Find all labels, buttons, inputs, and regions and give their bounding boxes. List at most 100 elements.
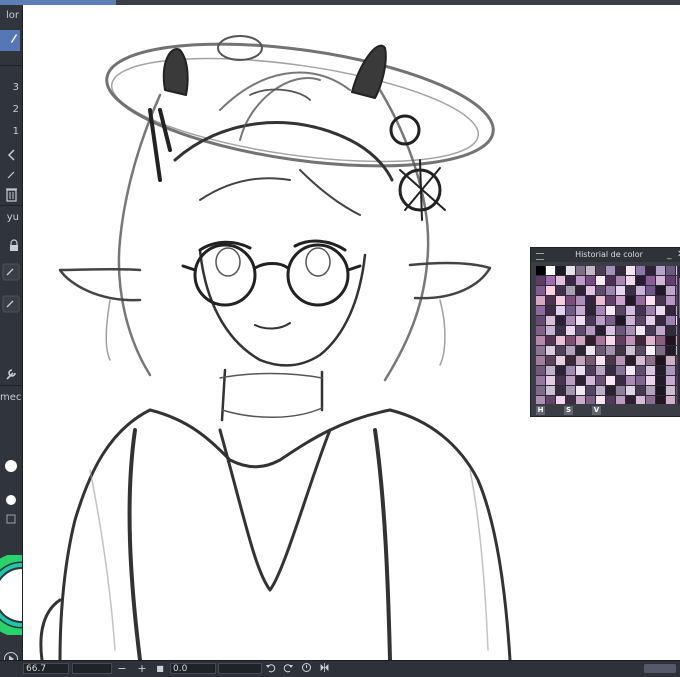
color-swatch[interactable]: [576, 386, 585, 395]
color-swatch[interactable]: [556, 356, 565, 365]
brush-size-dot-1[interactable]: [2, 457, 20, 475]
color-swatch[interactable]: [646, 346, 655, 355]
color-swatch[interactable]: [566, 326, 575, 335]
color-swatch[interactable]: [596, 266, 605, 275]
color-swatch[interactable]: [616, 336, 625, 345]
color-swatch[interactable]: [556, 376, 565, 385]
color-swatch[interactable]: [676, 326, 677, 335]
color-swatch[interactable]: [676, 386, 677, 395]
color-swatch[interactable]: [666, 396, 675, 404]
color-swatch[interactable]: [656, 386, 665, 395]
color-swatch[interactable]: [616, 316, 625, 325]
color-swatch[interactable]: [556, 396, 565, 404]
color-swatch[interactable]: [676, 266, 677, 275]
color-swatch[interactable]: [636, 326, 645, 335]
color-swatch[interactable]: [656, 266, 665, 275]
color-swatch[interactable]: [666, 296, 675, 305]
color-swatch[interactable]: [676, 276, 677, 285]
color-swatch[interactable]: [546, 366, 555, 375]
brush-size-dot-2[interactable]: [2, 491, 20, 509]
color-swatch[interactable]: [616, 386, 625, 395]
redo-icon[interactable]: [282, 662, 294, 675]
selected-tool-swatch[interactable]: [0, 30, 20, 51]
color-swatch[interactable]: [636, 396, 645, 404]
color-swatch[interactable]: [546, 396, 555, 404]
color-swatch[interactable]: [636, 366, 645, 375]
horizontal-scroll-thumb[interactable]: [644, 664, 676, 673]
color-swatch[interactable]: [586, 266, 595, 275]
color-swatch[interactable]: [666, 276, 675, 285]
color-wheel-icon[interactable]: [0, 555, 22, 635]
color-swatch[interactable]: [556, 296, 565, 305]
color-swatch[interactable]: [656, 376, 665, 385]
color-swatch[interactable]: [566, 266, 575, 275]
color-swatch[interactable]: [646, 266, 655, 275]
color-swatch[interactable]: [606, 356, 615, 365]
color-swatch[interactable]: [646, 386, 655, 395]
color-swatch[interactable]: [566, 336, 575, 345]
color-swatch[interactable]: [626, 306, 635, 315]
slider-toggle-2[interactable]: [2, 295, 20, 313]
color-swatch[interactable]: [556, 336, 565, 345]
color-swatch[interactable]: [546, 386, 555, 395]
color-swatch[interactable]: [616, 326, 625, 335]
layer-number-1[interactable]: 1: [0, 123, 22, 141]
color-swatch[interactable]: [576, 296, 585, 305]
color-swatch[interactable]: [566, 366, 575, 375]
color-swatch[interactable]: [586, 276, 595, 285]
color-swatch[interactable]: [666, 386, 675, 395]
color-swatch[interactable]: [676, 376, 677, 385]
layer-arrow-icon[interactable]: [2, 145, 20, 163]
color-swatch[interactable]: [556, 316, 565, 325]
color-swatch[interactable]: [576, 396, 585, 404]
small-tool-icon[interactable]: [2, 510, 20, 528]
color-swatch[interactable]: [556, 276, 565, 285]
color-swatch[interactable]: [536, 266, 545, 275]
drawing-canvas[interactable]: Historial de color _ ✕ H S V: [23, 5, 680, 660]
color-swatch[interactable]: [606, 346, 615, 355]
color-swatch[interactable]: [576, 326, 585, 335]
flip-icon[interactable]: [318, 662, 330, 675]
color-swatch[interactable]: [646, 366, 655, 375]
color-swatch[interactable]: [536, 396, 545, 404]
color-swatch[interactable]: [596, 346, 605, 355]
color-swatch[interactable]: [636, 316, 645, 325]
rotation-slider[interactable]: [218, 663, 262, 674]
color-swatch[interactable]: [656, 316, 665, 325]
color-swatch[interactable]: [606, 266, 615, 275]
color-swatch[interactable]: [586, 306, 595, 315]
color-swatch[interactable]: [546, 266, 555, 275]
color-swatch[interactable]: [676, 296, 677, 305]
color-swatch[interactable]: [556, 326, 565, 335]
color-swatch[interactable]: [656, 276, 665, 285]
color-swatch[interactable]: [636, 346, 645, 355]
slider-toggle-1[interactable]: [2, 263, 20, 281]
color-swatch[interactable]: [536, 346, 545, 355]
color-swatch[interactable]: [636, 306, 645, 315]
color-swatch[interactable]: [606, 386, 615, 395]
color-swatch[interactable]: [666, 326, 675, 335]
color-swatch[interactable]: [546, 376, 555, 385]
hue-button[interactable]: H: [536, 406, 545, 415]
color-swatch[interactable]: [536, 296, 545, 305]
color-swatch[interactable]: [606, 366, 615, 375]
lock-icon[interactable]: [2, 237, 20, 255]
color-swatch[interactable]: [656, 306, 665, 315]
color-swatch[interactable]: [656, 336, 665, 345]
color-swatch[interactable]: [536, 316, 545, 325]
color-swatch[interactable]: [626, 346, 635, 355]
color-swatch[interactable]: [606, 296, 615, 305]
color-swatch[interactable]: [576, 286, 585, 295]
color-swatch[interactable]: [576, 336, 585, 345]
color-swatch[interactable]: [646, 306, 655, 315]
color-swatch[interactable]: [676, 356, 677, 365]
color-swatch[interactable]: [566, 356, 575, 365]
color-swatch[interactable]: [656, 296, 665, 305]
color-swatch[interactable]: [596, 336, 605, 345]
color-swatch[interactable]: [646, 356, 655, 365]
color-swatch[interactable]: [616, 376, 625, 385]
color-swatch[interactable]: [666, 306, 675, 315]
wrench-icon[interactable]: [2, 365, 20, 383]
color-swatch-grid[interactable]: [536, 266, 677, 404]
color-swatch[interactable]: [566, 276, 575, 285]
